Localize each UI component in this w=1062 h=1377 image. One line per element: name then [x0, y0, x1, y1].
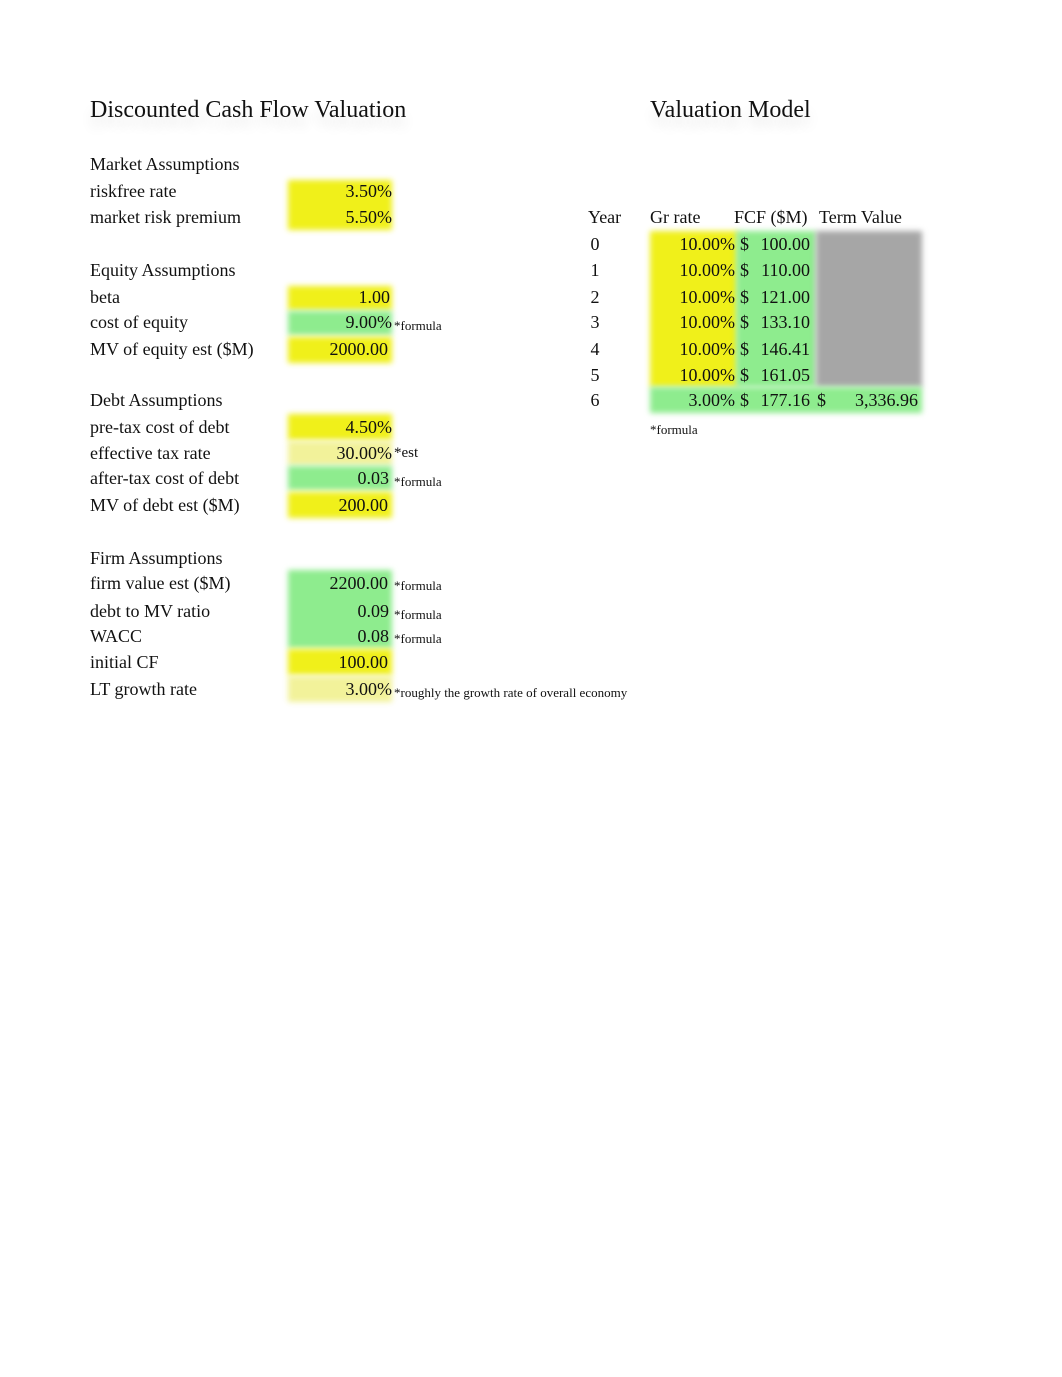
gr-rate-cell[interactable]: 3.00% — [650, 389, 736, 411]
year-cell: 6 — [590, 390, 600, 410]
row-note: *est — [394, 445, 419, 461]
page-title: Discounted Cash Flow Valuation — [90, 97, 407, 123]
fcf-cell[interactable]: 161.05 — [750, 364, 811, 386]
row-label: LT growth rate — [90, 679, 197, 699]
wacc-value[interactable]: 0.08 — [290, 625, 390, 647]
year-cell: 5 — [590, 365, 600, 385]
year-cell: 3 — [590, 312, 600, 332]
gr-rate-cell[interactable]: 10.00% — [650, 364, 736, 386]
row-note: *formula — [394, 631, 442, 646]
aftertax-cost-debt-value[interactable]: 0.03 — [290, 467, 390, 489]
gr-rate-cell[interactable]: 10.00% — [650, 259, 736, 281]
row-label: WACC — [90, 626, 143, 646]
initial-cf-value[interactable]: 100.00 — [290, 651, 389, 673]
row-label: MV of equity est ($M) — [90, 339, 254, 359]
fcf-cell[interactable]: 146.41 — [750, 338, 811, 360]
header-term-value: Term Value — [819, 207, 902, 227]
currency-symbol: $ — [740, 339, 749, 359]
market-risk-premium-value[interactable]: 5.50% — [290, 206, 393, 228]
row-label: cost of equity — [90, 312, 188, 332]
currency-symbol: $ — [740, 312, 749, 332]
section-heading-firm: Firm Assumptions — [90, 548, 223, 568]
cost-of-equity-value[interactable]: 9.00% — [290, 311, 393, 333]
fcf-cell[interactable]: 100.00 — [750, 233, 811, 255]
gr-rate-cell[interactable]: 10.00% — [650, 286, 736, 308]
firm-value-value[interactable]: 2200.00 — [290, 572, 389, 594]
gr-rate-cell[interactable]: 10.00% — [650, 233, 736, 255]
table-footnote: *formula — [650, 422, 698, 437]
row-label: pre-tax cost of debt — [90, 417, 230, 437]
section-heading-equity: Equity Assumptions — [90, 260, 236, 280]
row-label: firm value est ($M) — [90, 573, 231, 593]
riskfree-rate-value[interactable]: 3.50% — [290, 180, 393, 202]
currency-symbol: $ — [740, 234, 749, 254]
pretax-cost-debt-value[interactable]: 4.50% — [290, 416, 393, 438]
currency-symbol: $ — [740, 390, 749, 410]
mv-debt-value[interactable]: 200.00 — [290, 494, 389, 516]
row-note: *roughly the growth rate of overall econ… — [394, 685, 628, 700]
mv-equity-value[interactable]: 2000.00 — [290, 338, 389, 360]
fcf-cell[interactable]: 133.10 — [750, 311, 811, 333]
row-label: debt to MV ratio — [90, 601, 211, 621]
section-heading-debt: Debt Assumptions — [90, 390, 223, 410]
beta-value[interactable]: 1.00 — [290, 286, 391, 308]
row-note: *formula — [394, 578, 442, 593]
currency-symbol: $ — [740, 365, 749, 385]
row-label: initial CF — [90, 652, 159, 672]
row-label: after-tax cost of debt — [90, 468, 240, 488]
fcf-cell[interactable]: 121.00 — [750, 286, 811, 308]
row-note: *formula — [394, 474, 442, 489]
year-cell: 0 — [590, 234, 600, 254]
currency-symbol: $ — [740, 287, 749, 307]
header-gr-rate: Gr rate — [650, 207, 701, 227]
year-cell: 1 — [590, 260, 600, 280]
tax-rate-value[interactable]: 30.00% — [290, 442, 393, 464]
row-label: effective tax rate — [90, 443, 211, 463]
year-cell: 4 — [590, 339, 600, 359]
lt-growth-rate-value[interactable]: 3.00% — [290, 678, 393, 700]
year-cell: 2 — [590, 287, 600, 307]
currency-symbol: $ — [740, 260, 749, 280]
row-label: market risk premium — [90, 207, 241, 227]
section-heading-market: Market Assumptions — [90, 154, 240, 174]
row-note: *formula — [394, 318, 442, 333]
gr-rate-cell[interactable]: 10.00% — [650, 338, 736, 360]
row-label: beta — [90, 287, 120, 307]
gr-rate-cell[interactable]: 10.00% — [650, 311, 736, 333]
valuation-model-title: Valuation Model — [650, 97, 811, 123]
debt-mv-ratio-value[interactable]: 0.09 — [290, 600, 390, 622]
header-fcf: FCF ($M) — [734, 207, 808, 227]
term-value-cell[interactable]: 3,336.96 — [830, 389, 918, 411]
row-label: riskfree rate — [90, 181, 177, 201]
row-note: *formula — [394, 607, 442, 622]
fcf-cell[interactable]: 110.00 — [750, 259, 810, 281]
row-label: MV of debt est ($M) — [90, 495, 240, 515]
header-year: Year — [588, 207, 622, 227]
blank-cell-bg — [816, 231, 922, 387]
currency-symbol: $ — [817, 390, 826, 410]
fcf-cell[interactable]: 177.16 — [750, 389, 811, 411]
